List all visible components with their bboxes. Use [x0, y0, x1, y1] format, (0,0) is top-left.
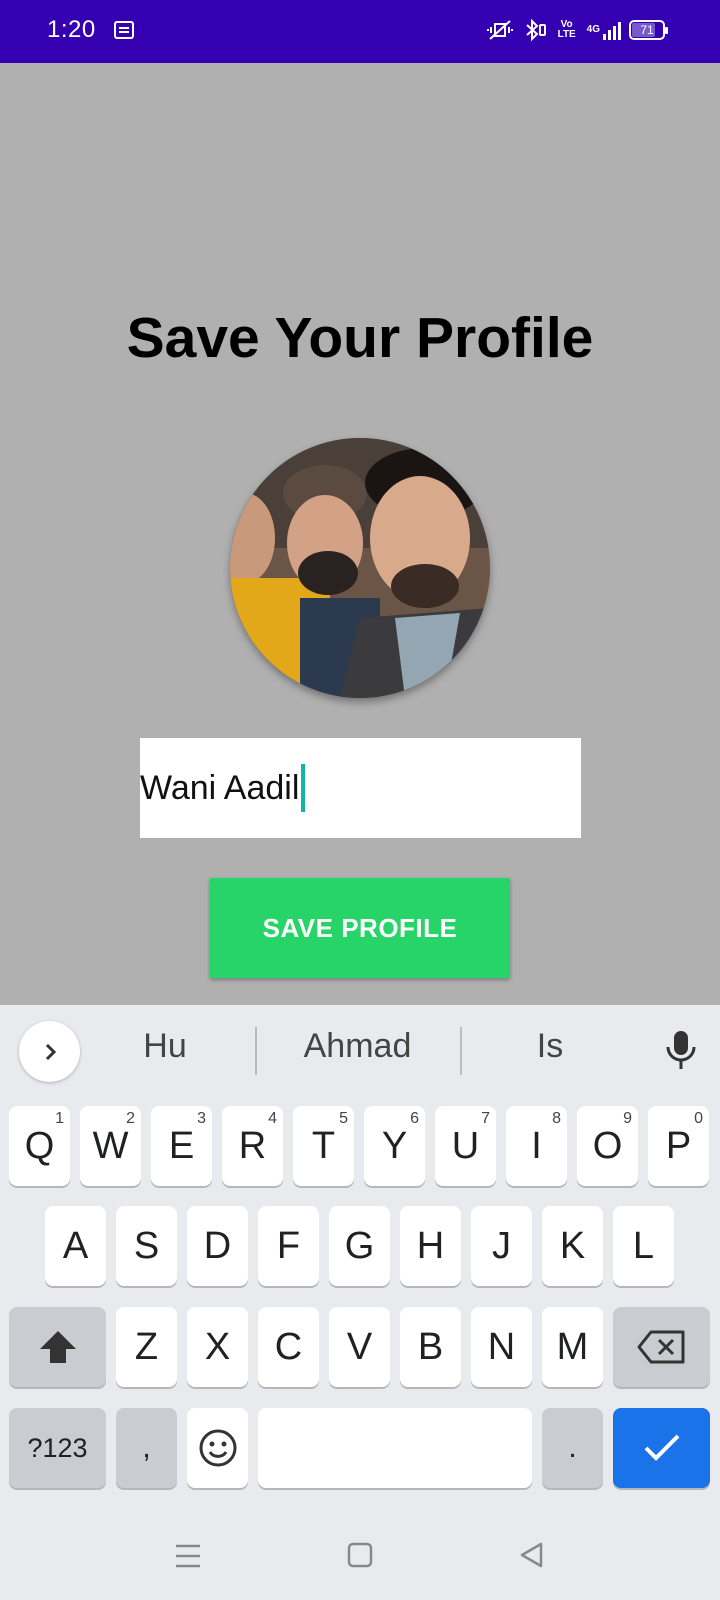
key-hint: 1 [55, 1110, 64, 1127]
shift-arrow-icon [39, 1331, 76, 1363]
key-f[interactable]: F [258, 1206, 319, 1286]
key-t[interactable]: T5 [293, 1106, 354, 1186]
battery-icon: 71 [629, 20, 668, 40]
backspace-icon [637, 1330, 684, 1364]
suggestion-divider [255, 1027, 257, 1075]
expand-toolbar-button[interactable] [19, 1021, 80, 1082]
key-e[interactable]: E3 [151, 1106, 212, 1186]
key-v[interactable]: V [329, 1307, 390, 1387]
key-label: Q [24, 1124, 55, 1167]
page-title: Save Your Profile [126, 306, 594, 370]
suggestion-divider [460, 1027, 462, 1075]
key-o[interactable]: O9 [577, 1106, 638, 1186]
period-key[interactable]: . [542, 1408, 603, 1488]
name-input-value: Wani Aadil [140, 768, 300, 807]
key-d[interactable]: D [187, 1206, 248, 1286]
recents-menu-icon[interactable] [174, 1543, 202, 1569]
key-h[interactable]: H [400, 1206, 461, 1286]
suggestion-3[interactable]: Is [500, 1027, 600, 1066]
suggestion-bar: Hu Ahmad Is [0, 1005, 720, 1095]
key-r[interactable]: R4 [222, 1106, 283, 1186]
key-n[interactable]: N [471, 1307, 532, 1387]
volte-icon: Vo LTE [557, 19, 576, 40]
key-b[interactable]: B [400, 1307, 461, 1387]
checkmark-icon [644, 1434, 679, 1461]
suggestion-1[interactable]: Hu [110, 1027, 220, 1066]
key-l[interactable]: L [613, 1206, 674, 1286]
key-i[interactable]: I8 [506, 1106, 567, 1186]
enter-key[interactable] [613, 1408, 710, 1488]
back-triangle-icon[interactable] [518, 1541, 544, 1569]
key-label: W [92, 1124, 129, 1167]
avatar-photo [230, 438, 490, 698]
key-label: U [451, 1124, 480, 1167]
key-x[interactable]: X [187, 1307, 248, 1387]
notification-icon [114, 21, 134, 39]
symbols-key[interactable]: ?123 [9, 1408, 106, 1488]
status-icons: Vo LTE 4G 71 [485, 18, 668, 42]
name-input[interactable]: Wani Aadil [140, 738, 581, 838]
key-p[interactable]: P0 [648, 1106, 709, 1186]
key-label: O [592, 1124, 623, 1167]
signal-bars [603, 20, 621, 40]
key-hint: 9 [623, 1110, 632, 1127]
text-cursor [301, 764, 306, 812]
emoji-key[interactable] [187, 1408, 248, 1488]
key-hint: 5 [339, 1110, 348, 1127]
microphone-icon[interactable] [664, 1029, 698, 1076]
key-hint: 7 [481, 1110, 490, 1127]
bluetooth-icon [523, 18, 547, 42]
key-m[interactable]: M [542, 1307, 603, 1387]
key-j[interactable]: J [471, 1206, 532, 1286]
key-hint: 8 [552, 1110, 561, 1127]
key-label: I [531, 1124, 542, 1167]
key-hint: 3 [197, 1110, 206, 1127]
mobile-signal-icon: 4G [587, 18, 621, 42]
key-a[interactable]: A [45, 1206, 106, 1286]
status-bar: 1:20 Vo LTE 4G 71 [0, 0, 720, 63]
emoji-icon [199, 1429, 236, 1467]
key-w[interactable]: W2 [80, 1106, 141, 1186]
key-k[interactable]: K [542, 1206, 603, 1286]
comma-key[interactable]: , [116, 1408, 177, 1488]
key-q[interactable]: Q1 [9, 1106, 70, 1186]
space-key[interactable] [258, 1408, 532, 1488]
backspace-key[interactable] [613, 1307, 710, 1387]
battery-level: 71 [640, 23, 654, 37]
key-label: R [238, 1124, 267, 1167]
soft-keyboard: Hu Ahmad Is Q1 W2 E3 R4 T5 Y6 U7 I8 O9 P… [0, 1005, 720, 1515]
vibrate-mute-icon [485, 18, 515, 42]
key-u[interactable]: U7 [435, 1106, 496, 1186]
key-label: Y [381, 1124, 408, 1167]
key-hint: 6 [410, 1110, 419, 1127]
status-time: 1:20 [47, 16, 96, 43]
suggestion-2[interactable]: Ahmad [270, 1027, 445, 1066]
chevron-right-icon [45, 1043, 56, 1060]
key-y[interactable]: Y6 [364, 1106, 425, 1186]
key-g[interactable]: G [329, 1206, 390, 1286]
save-profile-button[interactable]: SAVE PROFILE [210, 878, 510, 978]
navigation-bar [0, 1515, 720, 1600]
key-label: E [168, 1124, 195, 1167]
network-type-label: 4G [586, 24, 600, 35]
key-s[interactable]: S [116, 1206, 177, 1286]
key-z[interactable]: Z [116, 1307, 177, 1387]
shift-key[interactable] [9, 1307, 106, 1387]
key-label: P [665, 1124, 692, 1167]
key-label: T [311, 1124, 336, 1167]
key-hint: 0 [694, 1110, 703, 1127]
home-square-icon[interactable] [347, 1542, 373, 1568]
profile-avatar[interactable] [230, 438, 490, 698]
key-c[interactable]: C [258, 1307, 319, 1387]
key-hint: 2 [126, 1110, 135, 1127]
key-hint: 4 [268, 1110, 277, 1127]
